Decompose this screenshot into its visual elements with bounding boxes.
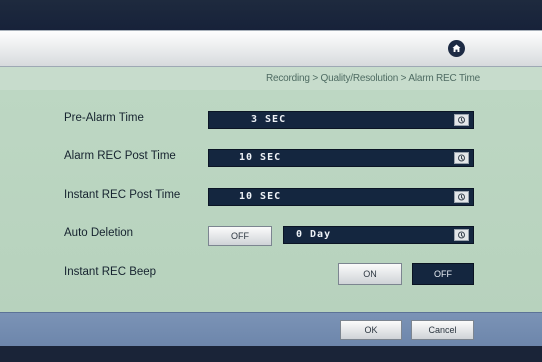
settings-panel: Pre-Alarm Time 3 SEC Alarm REC Post Time…: [0, 90, 542, 312]
beep-off-button[interactable]: OFF: [412, 263, 474, 285]
alarm-rec-post-time-select[interactable]: 10 SEC: [208, 149, 474, 167]
instant-rec-post-time-select[interactable]: 10 SEC: [208, 188, 474, 206]
footer-bar: OK Cancel: [0, 312, 542, 346]
home-icon[interactable]: [448, 40, 465, 57]
alarm-rec-post-time-row: Alarm REC Post Time 10 SEC: [0, 147, 542, 169]
pre-alarm-time-label: Pre-Alarm Time: [64, 112, 144, 124]
bottom-bar: [0, 346, 542, 362]
instant-rec-beep-label: Instant REC Beep: [64, 266, 157, 278]
auto-deletion-select[interactable]: 0 Day: [283, 226, 474, 244]
alarm-rec-post-time-value: 10 SEC: [239, 152, 282, 163]
auto-deletion-label: Auto Deletion: [64, 227, 134, 239]
dial-icon[interactable]: [454, 152, 469, 164]
dial-icon[interactable]: [454, 191, 469, 203]
breadcrumb: Recording > Quality/Resolution > Alarm R…: [0, 67, 542, 90]
top-bar: [0, 0, 542, 30]
dial-icon[interactable]: [454, 229, 469, 241]
pre-alarm-time-select[interactable]: 3 SEC: [208, 111, 474, 129]
instant-rec-post-time-value: 10 SEC: [239, 191, 282, 202]
beep-on-button[interactable]: ON: [338, 263, 402, 285]
pre-alarm-time-row: Pre-Alarm Time 3 SEC: [0, 109, 542, 131]
dial-icon[interactable]: [454, 114, 469, 126]
auto-deletion-value: 0 Day: [296, 229, 332, 240]
instant-rec-post-time-label: Instant REC Post Time: [64, 189, 181, 201]
instant-rec-beep-row: Instant REC Beep ON OFF: [0, 263, 542, 285]
pre-alarm-time-value: 3 SEC: [251, 114, 287, 125]
cancel-button[interactable]: Cancel: [411, 320, 474, 340]
title-bar: [0, 30, 542, 67]
alarm-rec-post-time-label: Alarm REC Post Time: [64, 150, 176, 162]
dvr-settings-screen: Recording > Quality/Resolution > Alarm R…: [0, 0, 542, 362]
auto-deletion-row: Auto Deletion OFF 0 Day: [0, 224, 542, 246]
instant-rec-post-time-row: Instant REC Post Time 10 SEC: [0, 186, 542, 208]
ok-button[interactable]: OK: [340, 320, 402, 340]
auto-deletion-toggle[interactable]: OFF: [208, 226, 272, 246]
